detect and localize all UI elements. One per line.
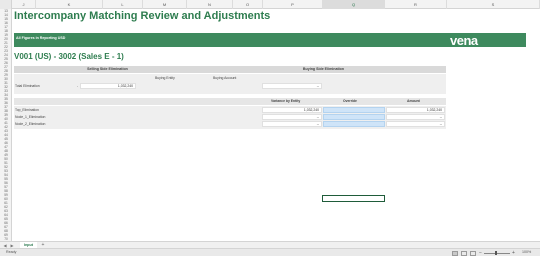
total-elimination-label: Total Elimination: [15, 84, 40, 88]
select-all-corner[interactable]: [0, 0, 12, 9]
amount-cell[interactable]: --: [386, 114, 445, 120]
total-elimination-sign: -: [77, 84, 79, 88]
zoom-slider[interactable]: [484, 252, 510, 254]
column-header-r[interactable]: R: [385, 0, 447, 9]
amount-header: Amount: [407, 99, 420, 103]
column-header-l[interactable]: L: [103, 0, 143, 9]
column-header-m[interactable]: M: [143, 0, 187, 9]
page-break-view-icon[interactable]: [470, 250, 476, 256]
total-elimination-value[interactable]: 1,032,240: [80, 83, 136, 89]
status-bar: Ready − + 100%: [0, 248, 540, 256]
buying-entity-label: Buying Entity: [155, 76, 175, 80]
row-header-bar: 13 14 15 16 17 18 19 20 21 22 23 24 25 26 27 28 29 30 31 32…: [0, 9, 12, 241]
column-header-bar: J K L M N O P Q R S: [0, 0, 540, 9]
override-input[interactable]: [323, 107, 385, 113]
variance-cell[interactable]: 1,032,240: [262, 107, 322, 113]
buying-account-dropdown[interactable]: --: [262, 83, 322, 89]
entity-heading: V001 (US) - 3002 (Sales E - 1): [14, 52, 124, 61]
variance-cell[interactable]: --: [262, 121, 322, 127]
variance-by-entity-header: Variance by Entity: [271, 99, 301, 103]
buying-account-label: Buying Account: [213, 76, 237, 80]
zoom-in-icon[interactable]: +: [512, 249, 515, 256]
normal-view-icon[interactable]: [452, 250, 458, 256]
override-header: Override: [343, 99, 357, 103]
column-header-j[interactable]: J: [12, 0, 36, 9]
page-layout-view-icon[interactable]: [461, 250, 467, 256]
banner-text: All Figures in Reporting USD: [16, 36, 66, 40]
override-input[interactable]: [323, 121, 385, 127]
override-input[interactable]: [323, 114, 385, 120]
sheet-tab-bar: ◀ ▶ Input +: [0, 241, 540, 249]
column-header-p[interactable]: P: [263, 0, 323, 9]
amount-cell[interactable]: --: [386, 121, 445, 127]
amount-cell[interactable]: 1,032,240: [386, 107, 445, 113]
variance-cell[interactable]: --: [262, 114, 322, 120]
zoom-out-icon[interactable]: −: [479, 249, 482, 256]
adjust-row-label: Node_1_Elimination: [15, 115, 46, 119]
column-header-n[interactable]: N: [187, 0, 233, 9]
column-header-q[interactable]: Q: [323, 0, 385, 9]
adjust-row-label: Top_Elimination: [15, 108, 39, 112]
zoom-slider-knob[interactable]: [495, 251, 497, 255]
zoom-level[interactable]: 100%: [522, 250, 531, 254]
selling-side-header: Selling Side Elimination: [14, 66, 201, 73]
column-header-k[interactable]: K: [36, 0, 103, 9]
column-header-s[interactable]: S: [447, 0, 540, 9]
report-title: Intercompany Matching Review and Adjustm…: [14, 10, 271, 22]
buying-side-header: Buying Side Elimination: [201, 66, 446, 73]
selected-cell-outline[interactable]: [322, 195, 385, 202]
vena-logo: vena: [450, 33, 478, 48]
adjust-row-label: Node_2_Elimination: [15, 122, 46, 126]
adjustments-header-band: [14, 98, 446, 105]
column-header-o[interactable]: O: [233, 0, 263, 9]
status-ready: Ready: [6, 250, 17, 254]
